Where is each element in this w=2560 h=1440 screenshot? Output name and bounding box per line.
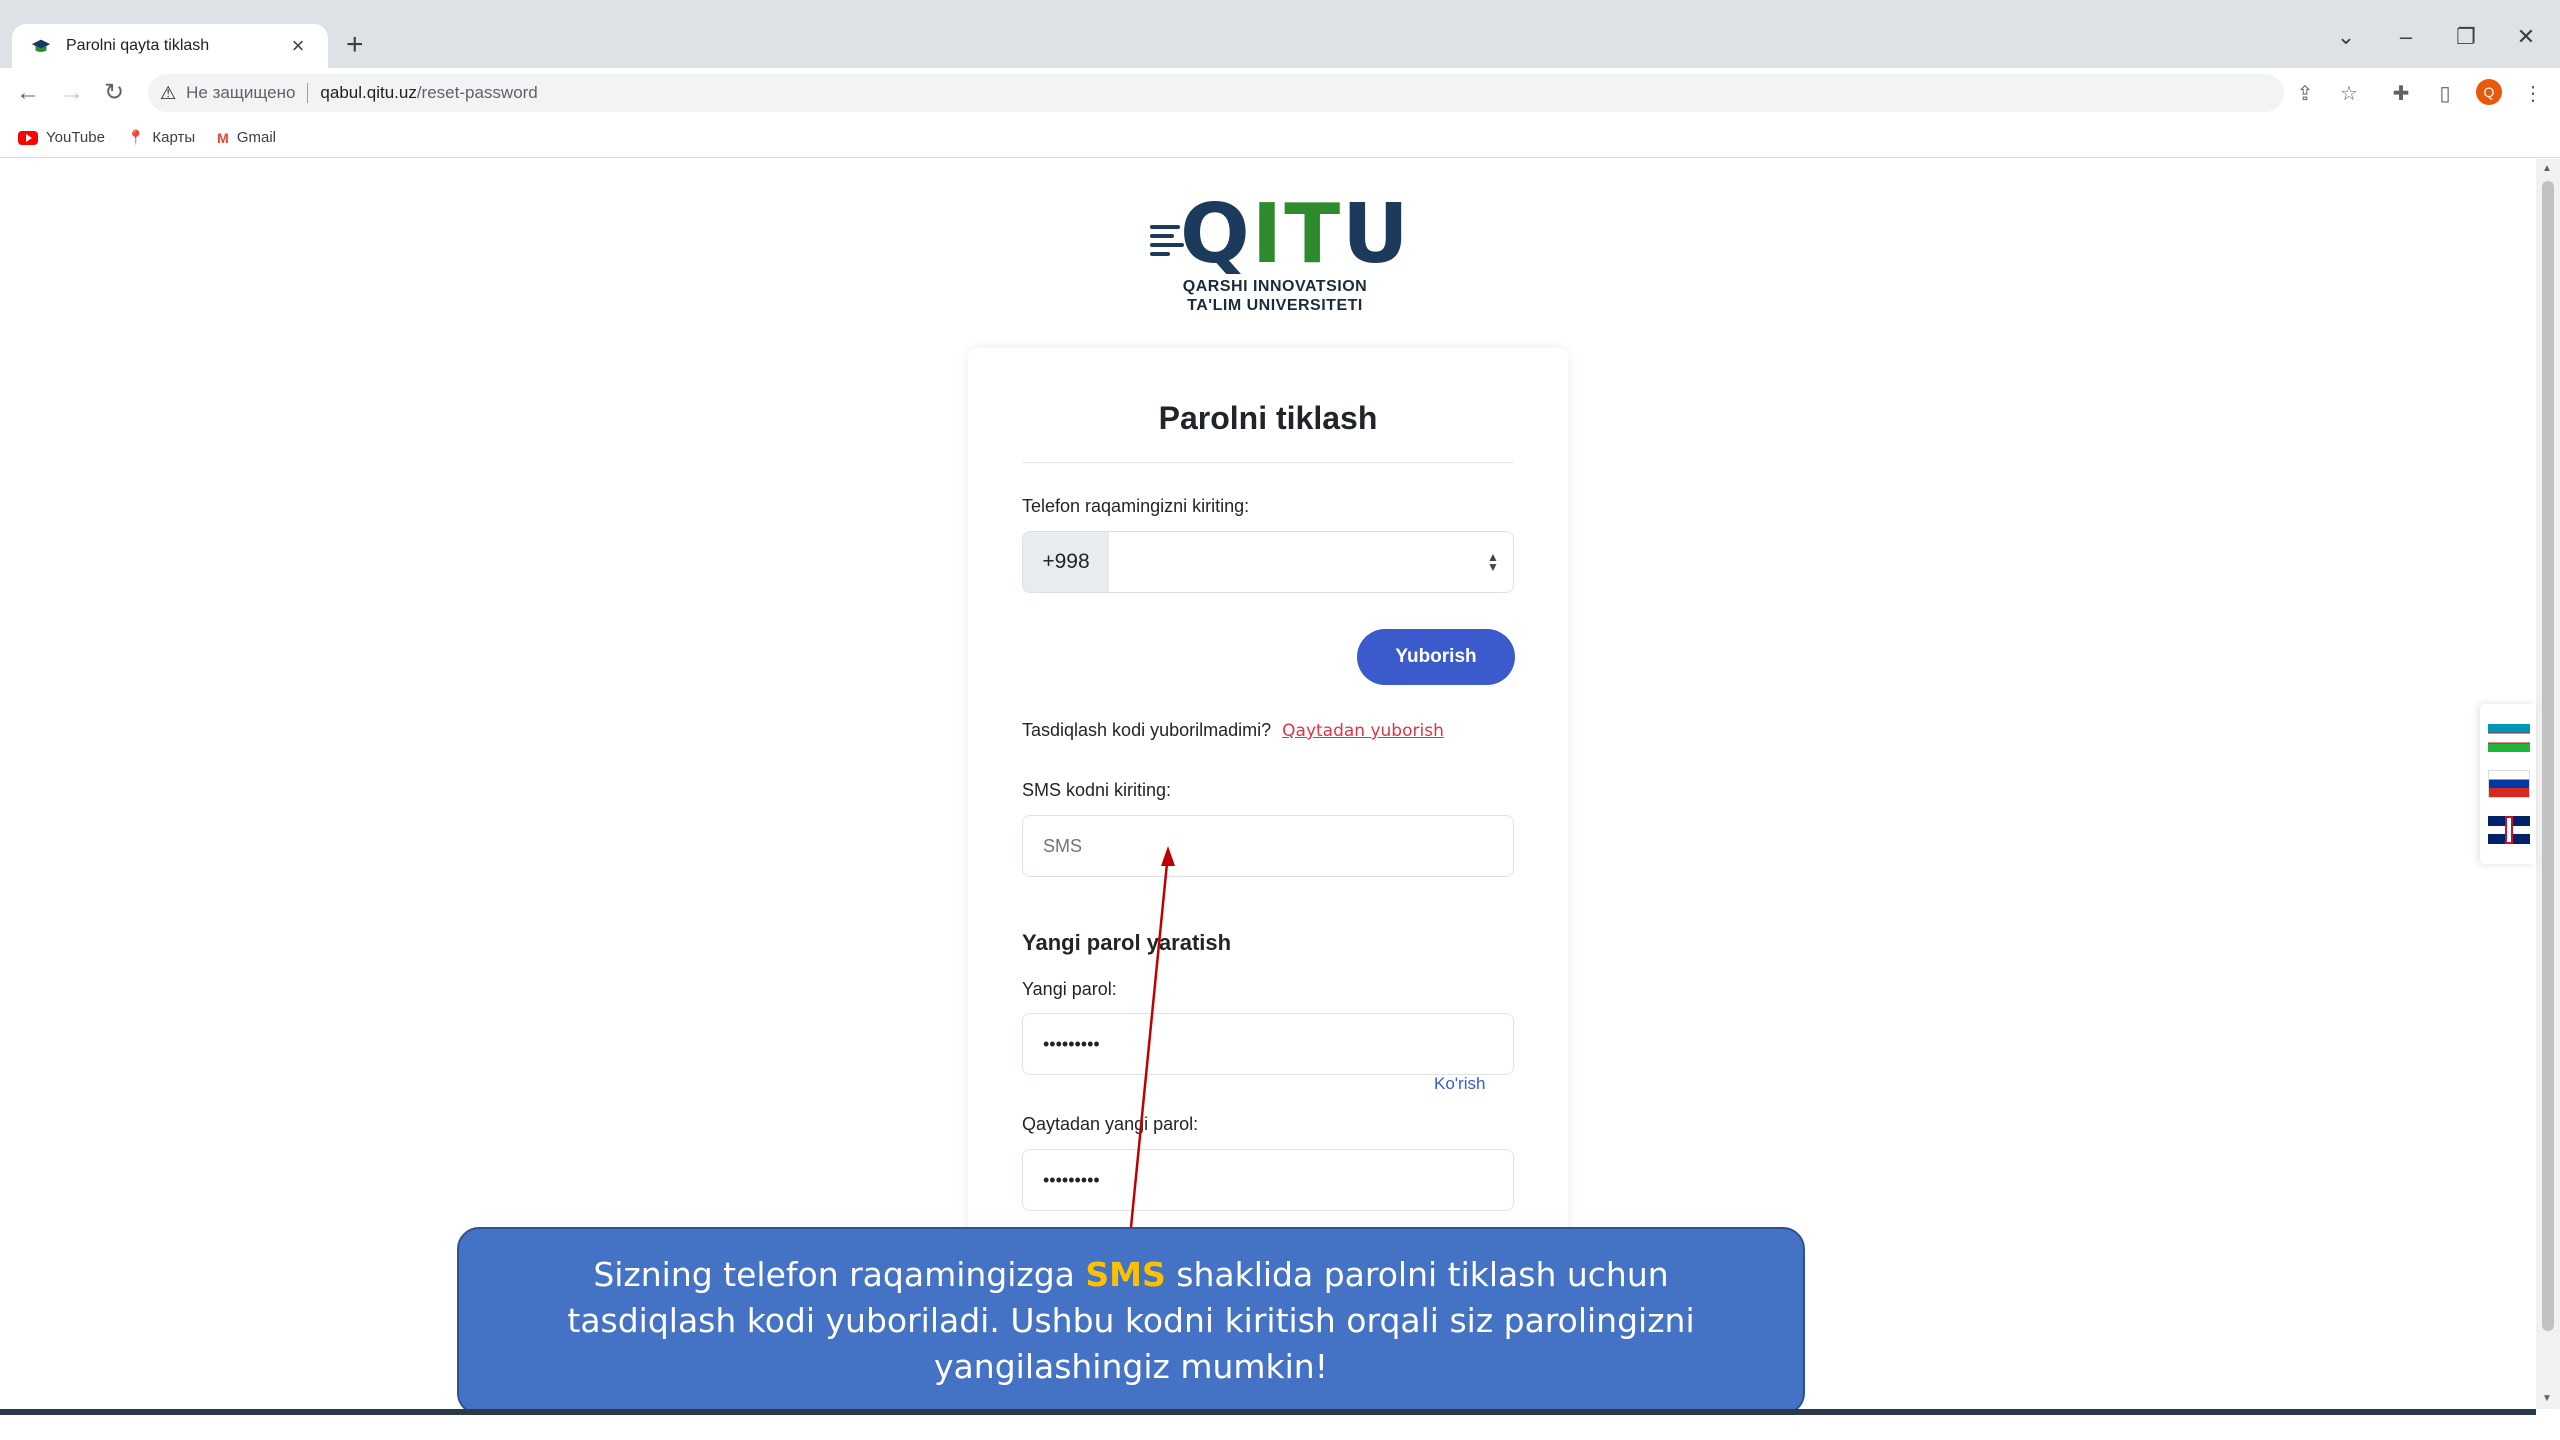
logo-subtitle: QARSHI INNOVATSION TA'LIM UNIVERSITETI	[1150, 277, 1400, 315]
url-host: qabul.qitu.uz	[320, 83, 417, 102]
phone-input[interactable]	[1109, 532, 1473, 592]
youtube-icon	[18, 130, 38, 145]
phone-prefix: +998	[1023, 532, 1109, 592]
language-switcher	[2480, 704, 2536, 864]
bookmark-label: YouTube	[46, 129, 105, 146]
browser-tab[interactable]: Parolni qayta tiklash ×	[12, 24, 328, 68]
flag-uzbekistan-icon[interactable]	[2488, 724, 2530, 752]
forward-arrow-icon[interactable]: →	[56, 78, 88, 108]
page-scrollbar[interactable]: ▲ ▼	[2536, 159, 2560, 1409]
bookmarks-bar: YouTube 📍 Карты M Gmail	[0, 118, 2560, 158]
university-logo: QITU QARSHI INNOVATSION TA'LIM UNIVERSIT…	[1150, 194, 1409, 315]
extensions-puzzle-icon[interactable]: ✚	[2388, 82, 2414, 106]
bookmark-label: Карты	[152, 129, 196, 146]
page-title: Parolni tiklash	[1158, 400, 1378, 436]
url-path: /reset-password	[416, 83, 538, 102]
bookmark-star-icon[interactable]: ☆	[2336, 82, 2362, 106]
reload-icon[interactable]: ↻	[98, 78, 130, 108]
title-divider	[1022, 462, 1514, 463]
send-button[interactable]: Yuborish	[1357, 629, 1515, 685]
address-bar[interactable]: ⚠ Не защищено qabul.qitu.uz /reset-passw…	[148, 74, 2284, 112]
sms-input[interactable]	[1022, 815, 1514, 877]
scroll-up-icon[interactable]: ▲	[2542, 163, 2552, 174]
menu-kebab-icon[interactable]: ⋮	[2520, 82, 2546, 106]
logo-line-2: TA'LIM UNIVERSITETI	[1187, 297, 1363, 314]
bookmark-maps[interactable]: 📍 Карты	[127, 129, 195, 146]
gmail-icon: M	[217, 129, 229, 146]
bookmark-label: Gmail	[236, 129, 276, 146]
instruction-callout: Sizning telefon raqamingizga SMS shaklid…	[457, 1227, 1805, 1415]
warning-icon: ⚠	[160, 82, 177, 103]
resend-question: Tasdiqlash kodi yuborilmadimi?	[1022, 720, 1272, 740]
phone-input-group: +998 ▲ ▼	[1022, 531, 1514, 593]
bookmark-gmail[interactable]: M Gmail	[217, 129, 276, 146]
browser-tab-strip: Parolni qayta tiklash × + ⌄ – ❐ ✕	[0, 0, 2560, 68]
number-spinner-icon[interactable]: ▲ ▼	[1473, 532, 1513, 592]
callout-highlight: SMS	[1085, 1255, 1166, 1294]
maps-pin-icon: 📍	[126, 129, 145, 145]
close-window-icon[interactable]: ✕	[2506, 24, 2546, 50]
resend-link[interactable]: Qaytadan yuborish	[1282, 721, 1444, 741]
scroll-down-icon[interactable]: ▼	[2542, 1393, 2552, 1404]
new-tab-button[interactable]: +	[346, 28, 364, 62]
new-password-label: Yangi parol:	[1022, 979, 1117, 999]
browser-toolbar: ← → ↻ ⚠ Не защищено qabul.qitu.uz /reset…	[0, 68, 2560, 118]
new-password-input[interactable]	[1022, 1013, 1514, 1075]
scrollbar-thumb[interactable]	[2542, 181, 2554, 1331]
phone-label: Telefon raqamingizni kiriting:	[1022, 496, 1250, 516]
back-arrow-icon[interactable]: ←	[12, 78, 44, 108]
sms-label: SMS kodni kiriting:	[1022, 780, 1172, 800]
repeat-password-label: Qaytadan yangi parol:	[1022, 1114, 1199, 1134]
minimize-icon[interactable]: –	[2386, 24, 2426, 50]
share-icon[interactable]: ⇪	[2292, 82, 2318, 106]
graduation-cap-icon	[31, 39, 51, 52]
address-separator	[307, 83, 309, 103]
profile-avatar[interactable]: Q	[2476, 79, 2502, 105]
show-password-link[interactable]: Ko'rish	[1434, 1074, 1485, 1094]
flag-russia-icon[interactable]	[2488, 770, 2530, 798]
reset-password-card: Parolni tiklash Telefon raqamingizni kir…	[968, 348, 1568, 1248]
tab-close-icon[interactable]: ×	[286, 33, 310, 59]
new-password-section-title: Yangi parol yaratish	[1022, 930, 1232, 955]
bookmark-youtube[interactable]: YouTube	[18, 129, 105, 146]
repeat-password-input[interactable]	[1022, 1149, 1514, 1211]
tab-search-icon[interactable]: ⌄	[2326, 24, 2366, 50]
security-label: Не защищено	[186, 83, 296, 102]
side-panel-icon[interactable]: ▯	[2432, 82, 2458, 106]
screen-bottom	[0, 1415, 2560, 1440]
callout-text: Sizning telefon raqamingizga SMS shaklid…	[567, 1255, 1695, 1386]
logo-letters: QITU	[1180, 187, 1411, 282]
restore-icon[interactable]: ❐	[2446, 24, 2486, 50]
tab-title: Parolni qayta tiklash	[66, 37, 210, 54]
resend-row: Tasdiqlash kodi yuborilmadimi? Qaytadan …	[1022, 720, 1444, 741]
flag-uk-icon[interactable]	[2488, 816, 2530, 844]
logo-line-1: QARSHI INNOVATSION	[1182, 278, 1368, 295]
